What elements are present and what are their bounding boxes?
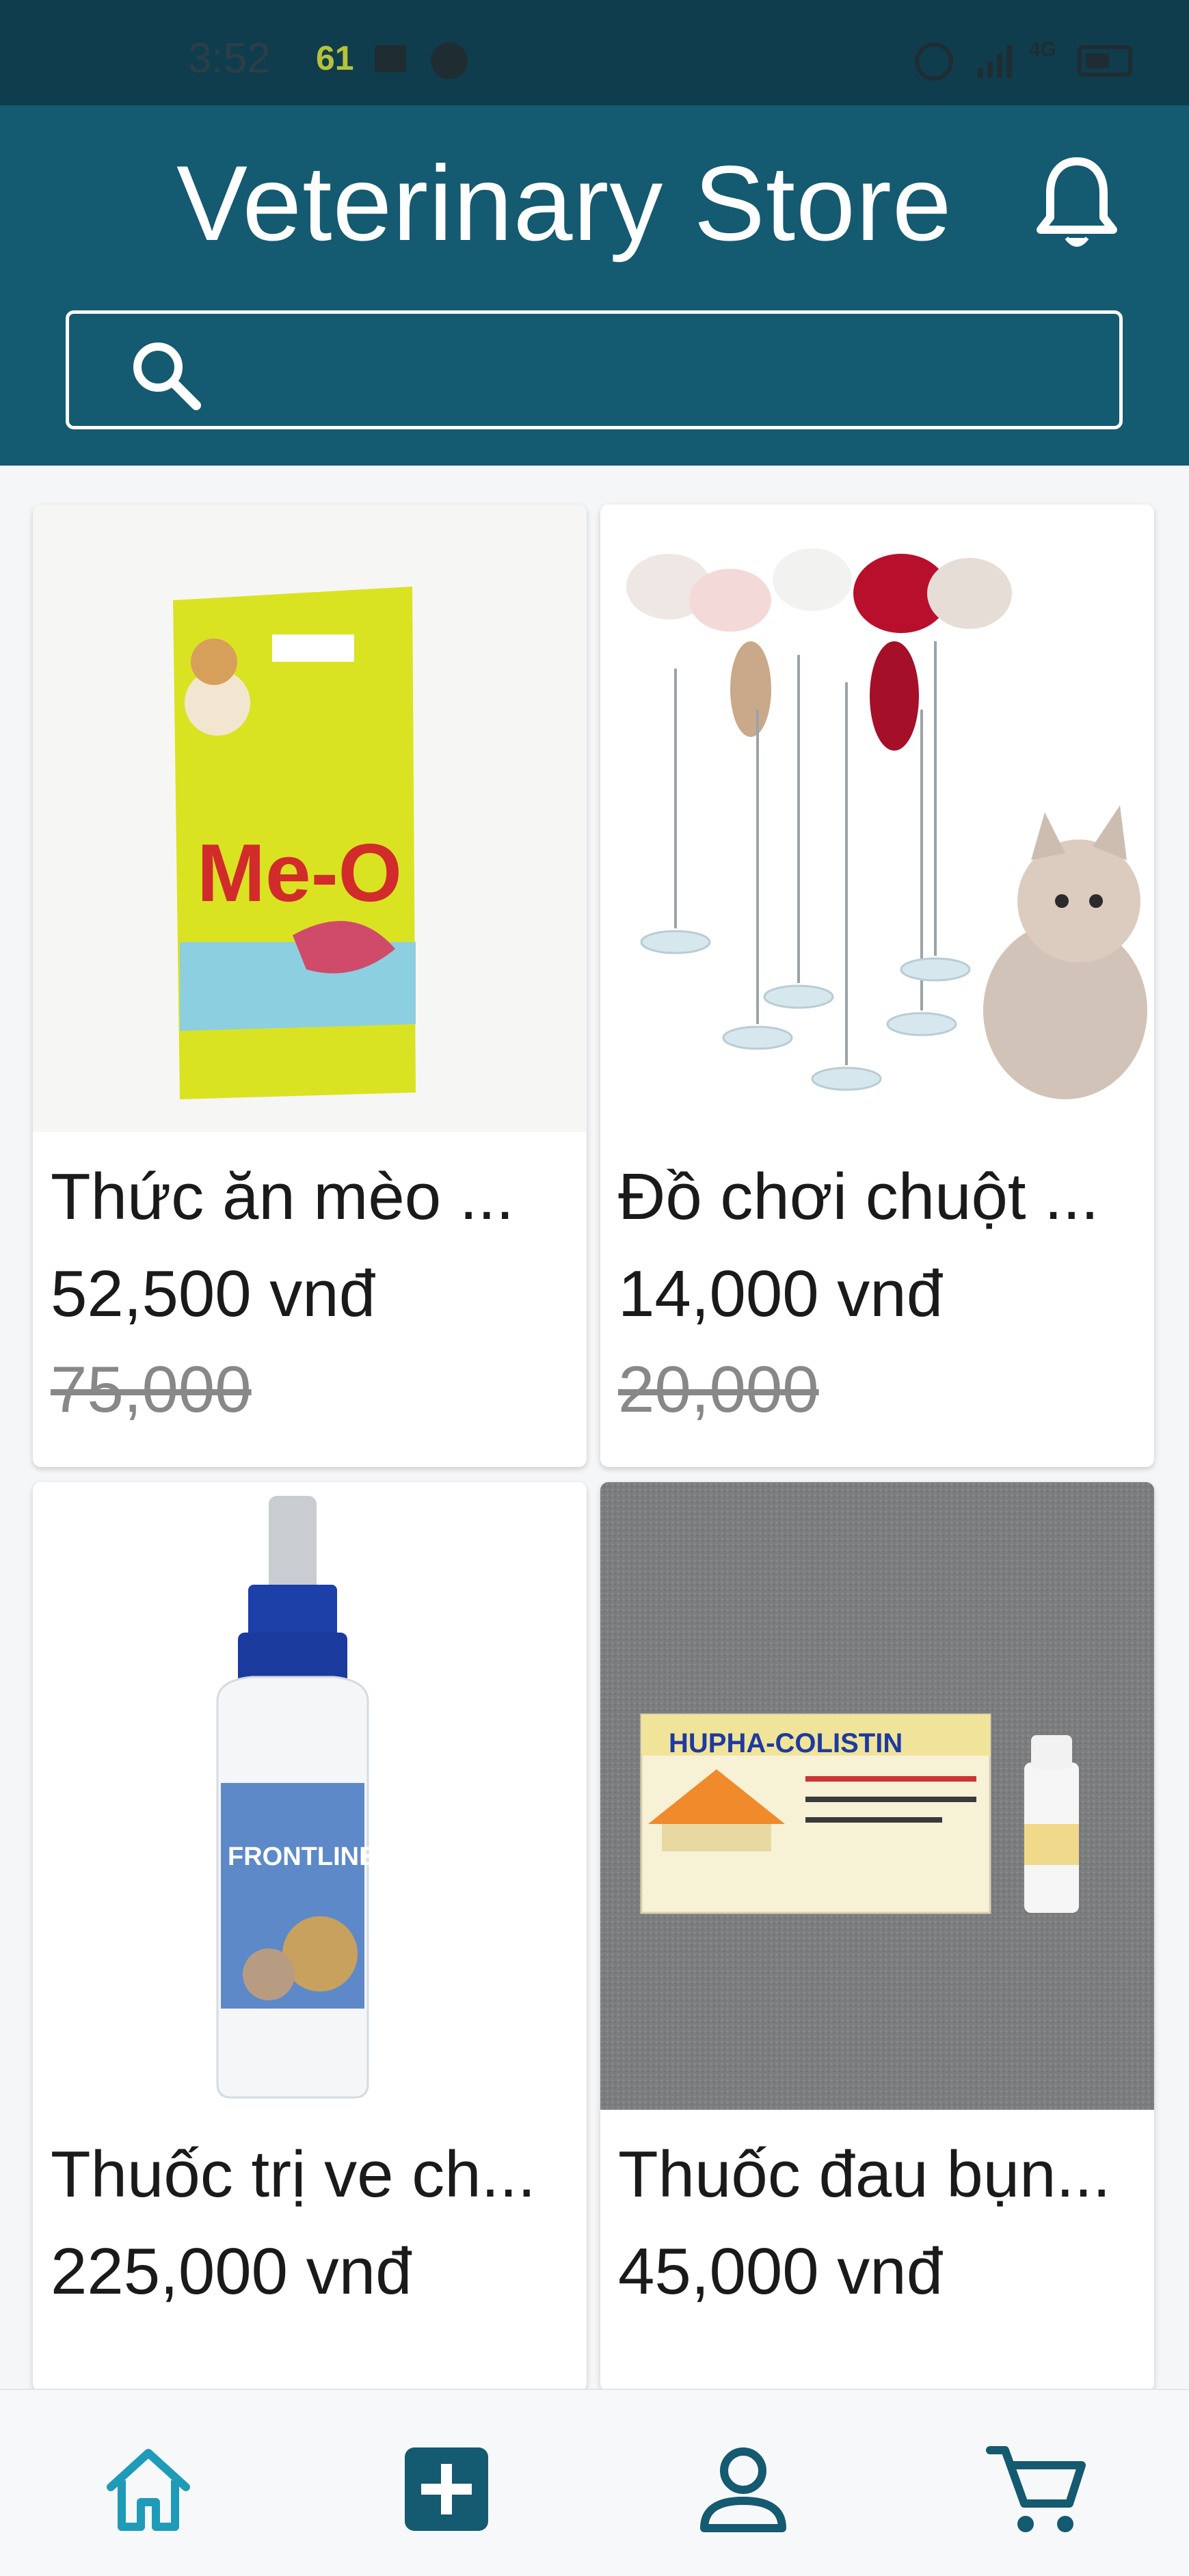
gallery-icon (375, 45, 406, 72)
product-name: Đồ chơi chuột ... (618, 1160, 1099, 1233)
home-icon[interactable] (97, 2438, 200, 2540)
svg-text:Me-O: Me-O (197, 827, 402, 919)
product-card[interactable]: Đồ chơi chuột ... 14,000 vnđ 20,000 (600, 505, 1154, 1467)
product-old-price: 75,000 (51, 1353, 252, 1426)
search-bar[interactable] (66, 310, 1123, 429)
product-image (600, 505, 1154, 1132)
notification-bell-icon[interactable] (1032, 152, 1121, 254)
page-title: Veterinary Store (176, 144, 952, 263)
profile-icon[interactable] (692, 2438, 794, 2540)
search-icon (133, 343, 201, 410)
app-header: Veterinary Store (0, 105, 1189, 466)
battery-icon (1078, 45, 1132, 77)
product-price: 45,000 vnđ (618, 2235, 944, 2308)
status-battery-level: 61 (316, 39, 354, 77)
status-time: 3:52 (188, 35, 271, 82)
product-image: HUPHA-COLISTIN (600, 1482, 1154, 2110)
network-type: 4G (1029, 38, 1057, 61)
add-icon[interactable] (395, 2438, 498, 2540)
svg-text:FRONTLINE: FRONTLINE (228, 1842, 376, 1871)
product-name: Thuốc trị ve ch... (51, 2138, 536, 2211)
product-image: FRONTLINE (33, 1482, 587, 2110)
product-image: Me-O (33, 505, 587, 1132)
product-name: Thức ăn mèo ... (51, 1160, 514, 1233)
search-input[interactable] (219, 327, 1095, 416)
svg-text:HUPHA-COLISTIN: HUPHA-COLISTIN (669, 1728, 903, 1758)
cart-icon[interactable] (985, 2438, 1087, 2540)
product-old-price: 20,000 (618, 1353, 819, 1426)
product-card[interactable]: FRONTLINE Thuốc trị ve ch... 225,000 vnđ (33, 1482, 587, 2391)
product-price: 52,500 vnđ (51, 1257, 376, 1330)
product-price: 14,000 vnđ (618, 1257, 944, 1330)
alarm-icon (915, 42, 953, 81)
product-card[interactable]: HUPHA-COLISTIN Thuốc đau bụn... 45,000 v… (600, 1482, 1154, 2391)
product-price: 225,000 vnđ (51, 2235, 412, 2308)
bottom-navigation (0, 2389, 1189, 2576)
signal-icon (978, 45, 1012, 78)
product-name: Thuốc đau bụn... (618, 2138, 1111, 2211)
messenger-icon (431, 42, 468, 79)
product-card[interactable]: Me-O Thức ăn mèo ... 52,500 vnđ 75,000 (33, 505, 587, 1467)
status-bar: 3:52 61 4G (0, 0, 1189, 105)
